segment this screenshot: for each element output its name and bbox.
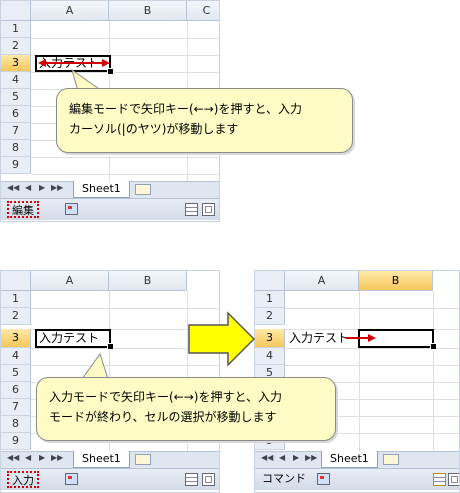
callout-line: モードが終わり、セルの選択が移動します <box>49 410 277 424</box>
callout-line: 入力モードで矢印キー(←→)を押すと、入力 <box>49 390 282 404</box>
callout-tail <box>81 352 109 380</box>
callout-line: カーソル(|のヤツ)が移動します <box>69 122 239 136</box>
callout-input-mode: 入力モードで矢印キー(←→)を押すと、入力 モードが終わり、セルの選択が移動しま… <box>36 377 336 441</box>
transition-arrow-icon <box>188 311 256 367</box>
right-arrow-icon <box>346 334 376 342</box>
callout-line: 編集モードで矢印キー(←→)を押すと、入力 <box>69 102 302 116</box>
callout-edit-mode: 編集モードで矢印キー(←→)を押すと、入力 カーソル(|のヤツ)が移動します <box>56 88 353 153</box>
double-arrow-icon <box>38 59 110 67</box>
